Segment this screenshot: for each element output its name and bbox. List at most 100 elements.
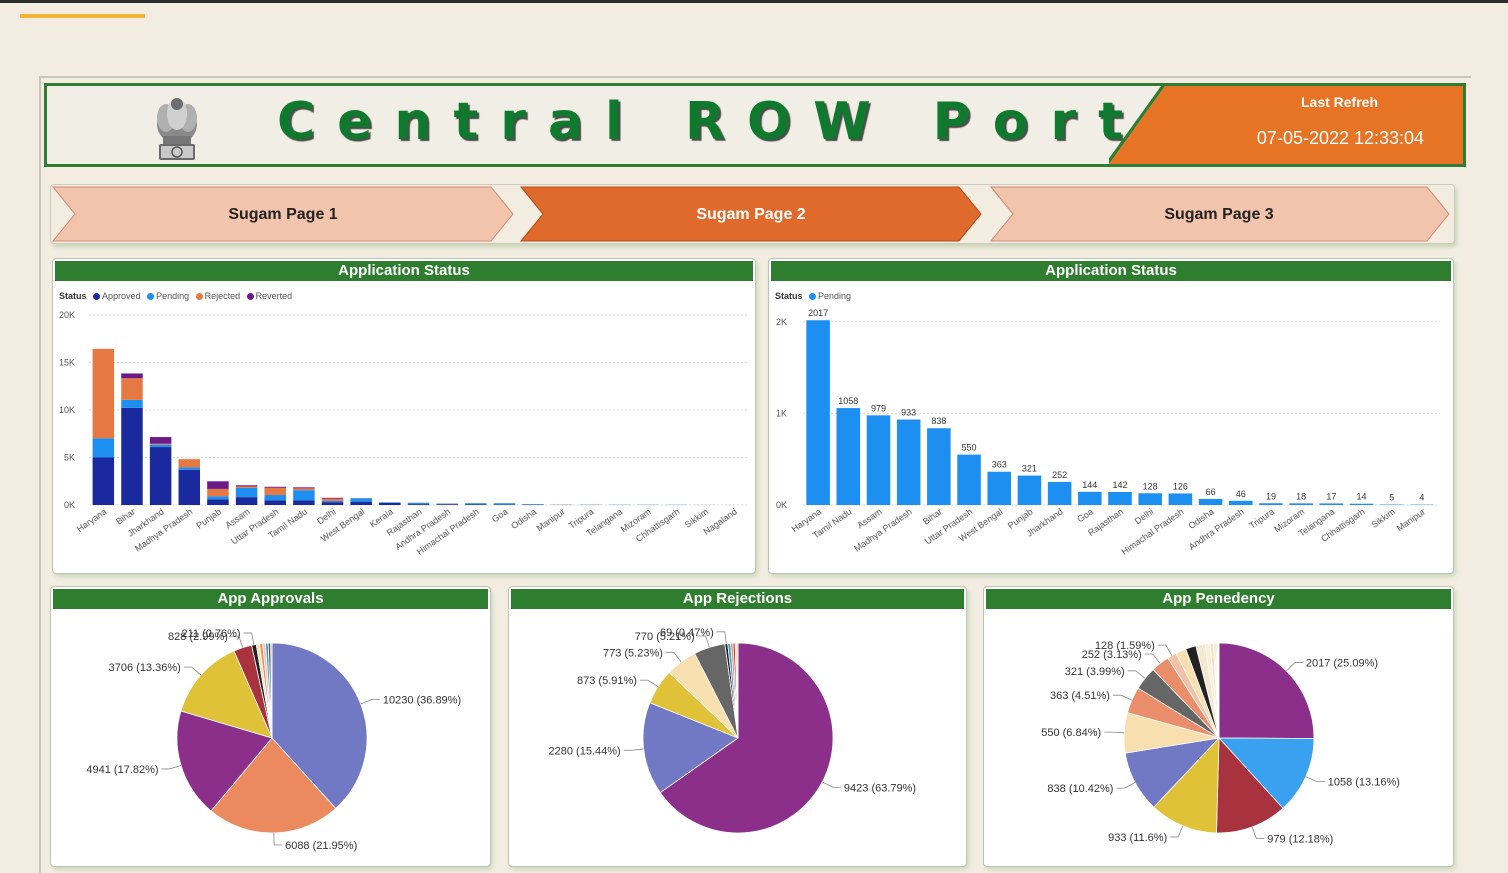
last-refresh-label: Last Refreh xyxy=(1300,94,1379,110)
application-status-pending-panel: Application Status Status Pending 0K 1K 2K… xyxy=(768,258,1454,574)
stacked-bar-chart: 0K5K10K15K20KHaryana BiharJharkhandMadhya… xyxy=(59,310,748,557)
bar-segment-approved xyxy=(207,499,229,505)
pie-data-label: 9423 (63.79%) xyxy=(844,782,916,794)
bar-segment-reverted xyxy=(264,486,286,488)
nav-sugam-page-3[interactable]: Sugam Page 3 xyxy=(1119,206,1319,224)
bar-segment-pending xyxy=(1349,503,1374,505)
data-label: 66 xyxy=(1206,487,1216,497)
bar-segment-pending xyxy=(1289,503,1313,505)
data-label: 979 xyxy=(871,403,886,413)
pie-data-label: 873 (5.91%) xyxy=(577,675,637,687)
y-tick-label: 1K xyxy=(776,408,787,418)
bar-segment-pending xyxy=(806,320,830,505)
pie-slice xyxy=(1218,642,1315,739)
bar-segment-reverted xyxy=(235,485,258,487)
pie-leader-line xyxy=(1251,826,1265,839)
bar-segment-pending xyxy=(1017,475,1042,505)
pie-leader-line xyxy=(1127,670,1146,679)
bar-segment-approved xyxy=(178,469,201,505)
app-penedency-panel: App Penedency 2017 (25.09%) 1058 (13.16%)… xyxy=(983,586,1454,867)
x-category-label: Odisha xyxy=(509,506,538,531)
bar-segment-pending xyxy=(207,496,229,500)
pie-data-label: 550 (6.84%) xyxy=(1041,727,1101,739)
pie-leader-line xyxy=(1104,731,1125,734)
bar-segment-rejected xyxy=(235,486,258,488)
pie-data-label: 69 (0.47%) xyxy=(660,627,714,639)
bar-segment-reverted xyxy=(293,487,315,489)
bar-segment-approved xyxy=(264,500,286,505)
rejections-pie-chart: 9423 (63.79%) 2280 (15.44%) 873 (5.91%) 773… xyxy=(549,627,916,834)
approvals-pie-chart: 10230 (36.89%) 6088 (21.95%) 4941 (17.82%)… xyxy=(86,628,461,852)
pie-leader-line xyxy=(243,632,255,645)
pie-data-label: 321 (3.99%) xyxy=(1065,666,1125,678)
pie-leader-line xyxy=(822,781,841,788)
pie-data-label: 838 (10.42%) xyxy=(1047,783,1113,795)
bar-segment-pending xyxy=(1108,491,1132,505)
x-category-label: Manipur xyxy=(535,506,567,533)
y-tick-label: 20K xyxy=(59,310,75,320)
x-category-label: Delhi xyxy=(315,506,338,526)
y-tick-label: 15K xyxy=(59,358,75,368)
penedency-pie-chart: 2017 (25.09%) 1058 (13.16%) 979 (12.18%) 93… xyxy=(1041,640,1400,845)
bar-segment-pending xyxy=(379,502,401,503)
bar-segment-pending xyxy=(407,502,430,505)
pie-leader-line xyxy=(639,679,659,688)
data-label: 4 xyxy=(1419,493,1424,503)
bar-segment-rejected xyxy=(121,378,143,400)
x-category-label: Manipur xyxy=(1395,506,1427,533)
y-tick-label: 0K xyxy=(776,500,787,510)
bar-segment-rejected xyxy=(178,459,201,468)
pie-data-label: 4941 (17.82%) xyxy=(86,764,158,776)
pie-leader-line xyxy=(665,651,682,663)
bar-segment-pending xyxy=(293,490,315,501)
pie-leader-line xyxy=(161,765,182,770)
bar-segment-rejected xyxy=(264,487,286,496)
bar-segment-pending xyxy=(1168,493,1193,505)
bar-segment-rejected xyxy=(149,443,172,445)
pie-leader-line xyxy=(1286,662,1303,672)
bar-segment-pending xyxy=(836,408,861,505)
data-label: 321 xyxy=(1022,464,1037,474)
nav-sugam-page-2[interactable]: Sugam Page 2 xyxy=(651,206,851,224)
bar-segment-pending xyxy=(178,467,201,470)
data-label: 1058 xyxy=(838,396,858,406)
bar-segment-pending xyxy=(121,399,143,408)
x-category-label: Haryana xyxy=(75,506,109,534)
data-label: 18 xyxy=(1296,491,1306,501)
bar-segment-pending xyxy=(1198,498,1223,505)
y-tick-label: 0K xyxy=(64,500,75,510)
x-category-label: Goa xyxy=(1075,506,1095,524)
bar-segment-pending xyxy=(1047,481,1072,505)
portal-header: Central ROW Portal Last Refreh 07-05-202… xyxy=(44,83,1466,167)
x-category-label: Andhra Pradesh xyxy=(1187,506,1246,552)
frame-top-rule xyxy=(39,76,1471,78)
pie-data-label: 2280 (15.44%) xyxy=(549,745,621,757)
x-category-label: Bihar xyxy=(114,506,137,526)
data-label: 838 xyxy=(931,416,946,426)
bar-segment-pending xyxy=(264,495,286,501)
bar-segment-approved xyxy=(465,504,487,505)
bar-segment-pending xyxy=(493,503,516,505)
data-label: 19 xyxy=(1266,491,1276,501)
accent-line xyxy=(20,14,145,18)
data-label: 126 xyxy=(1173,481,1188,491)
bar-segment-reverted xyxy=(121,373,143,379)
data-label: 363 xyxy=(992,460,1007,470)
bar-segment-pending xyxy=(1319,503,1344,505)
bar-segment-pending xyxy=(436,503,458,505)
bar-segment-pending xyxy=(866,415,891,505)
nav-sugam-page-1[interactable]: Sugam Page 1 xyxy=(183,206,383,224)
application-status-panel: Application Status Status Approved Pendi… xyxy=(52,258,756,574)
data-label: 2017 xyxy=(808,308,828,318)
data-label: 933 xyxy=(901,408,916,418)
pie-data-label: 933 (11.6%) xyxy=(1108,832,1167,844)
bar-segment-pending xyxy=(465,503,487,505)
data-label: 17 xyxy=(1326,491,1336,501)
window-top-edge xyxy=(0,0,1508,3)
pie-data-label: 363 (4.51%) xyxy=(1050,690,1110,702)
bar-segment-pending xyxy=(350,498,372,502)
pending-bar-chart: 0K1K2K2017Haryana1058Tamil Nadu979Assam9… xyxy=(776,308,1437,557)
data-label: 5 xyxy=(1389,493,1394,503)
data-label: 46 xyxy=(1236,489,1246,499)
pie-data-label: 10230 (36.89%) xyxy=(383,695,461,707)
